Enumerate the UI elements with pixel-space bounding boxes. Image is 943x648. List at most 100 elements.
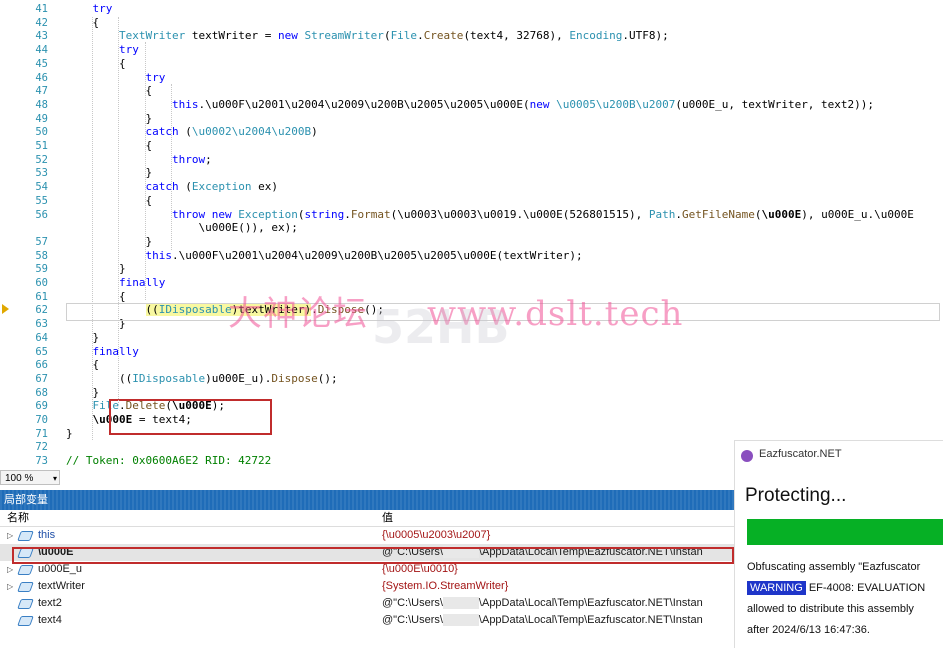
code-line[interactable]: { <box>93 16 100 30</box>
toast-app-name: Eazfuscator.NET <box>759 448 842 460</box>
locals-row[interactable]: text2 @"C:\Users\ \AppData\Local\Temp\Eazf… <box>0 595 735 612</box>
code-line[interactable]: { <box>119 290 126 304</box>
line-number: 47 <box>35 85 48 98</box>
notification-toast[interactable]: Eazfuscator.NET Protecting... Obfuscatin… <box>734 440 943 648</box>
code-line[interactable]: { <box>146 84 153 98</box>
redacted-block <box>442 614 479 627</box>
code-line[interactable]: try <box>146 71 166 85</box>
indent-guide <box>145 42 146 300</box>
locals-rows: ▷ this {\u0005\u2003\u2007} \u000E @"C:\User… <box>0 527 735 629</box>
zoom-selector[interactable]: 100 % ▾ <box>0 470 60 485</box>
line-number: 43 <box>35 30 48 43</box>
line-number: 53 <box>35 167 48 180</box>
line-number: 56 <box>35 208 48 221</box>
variable-icon <box>17 582 34 592</box>
line-number: 59 <box>35 263 48 276</box>
code-line[interactable]: throw new Exception(string.Format(\u0003… <box>172 208 914 222</box>
code-line[interactable]: // Token: 0x0600A6E2 RID: 42722 <box>66 454 271 468</box>
code-line[interactable]: finally <box>93 345 139 359</box>
redacted-block <box>442 597 479 610</box>
code-line[interactable]: } <box>93 331 100 345</box>
toast-line-3: allowed to distribute this assembly <box>747 603 914 615</box>
annotation-box-code <box>109 399 272 435</box>
chevron-down-icon[interactable]: ▾ <box>53 471 57 486</box>
variable-name: textWriter <box>38 580 85 592</box>
line-number: 63 <box>35 318 48 331</box>
code-line[interactable]: this.\u000F\u2001\u2004\u2009\u200B\u200… <box>172 98 874 112</box>
line-number: 64 <box>35 331 48 344</box>
code-line[interactable]: this.\u000F\u2001\u2004\u2009\u200B\u200… <box>146 249 583 263</box>
zoom-value: 100 % <box>5 473 34 484</box>
line-number: 69 <box>35 400 48 413</box>
indent-guide <box>171 84 172 250</box>
warning-text: EF-4008: EVALUATION <box>805 582 926 594</box>
locals-header: 名称 值 <box>0 510 735 527</box>
code-line[interactable]: { <box>119 57 126 71</box>
line-number: 71 <box>35 427 48 440</box>
toast-line-1: Obfuscating assembly "Eazfuscator <box>747 561 921 573</box>
code-line[interactable]: } <box>146 166 153 180</box>
variable-name: this <box>38 529 56 541</box>
locals-window: 局部变量 名称 值 ▷ this {\u0005\u2003\u2007} \u000… <box>0 490 735 647</box>
locals-title-bar: 局部变量 <box>0 490 735 510</box>
line-number: 46 <box>35 71 48 84</box>
code-line[interactable]: } <box>119 262 126 276</box>
code-line[interactable]: try <box>93 2 113 16</box>
line-number: 45 <box>35 57 48 70</box>
warning-badge: WARNING <box>747 581 806 595</box>
code-line[interactable]: throw; <box>172 153 212 167</box>
current-statement-arrow-icon <box>2 304 9 314</box>
variable-icon <box>17 565 34 575</box>
code-line[interactable]: } <box>66 427 73 441</box>
expand-arrow-icon[interactable]: ▷ <box>7 527 13 544</box>
code-line[interactable]: TextWriter textWriter = new StreamWriter… <box>119 29 669 43</box>
line-number: 52 <box>35 153 48 166</box>
variable-name: text4 <box>38 614 62 626</box>
line-number: 50 <box>35 126 48 139</box>
line-number: 48 <box>35 98 48 111</box>
line-number: 58 <box>35 249 48 262</box>
expand-arrow-icon[interactable]: ▷ <box>7 578 13 595</box>
column-header-name[interactable]: 名称 <box>7 510 29 526</box>
annotation-box-locals <box>12 547 734 564</box>
line-number: 51 <box>35 140 48 152</box>
code-line[interactable]: \u000E()), ex); <box>199 221 298 235</box>
locals-row[interactable]: ▷ textWriter {System.IO.StreamWriter} <box>0 578 735 595</box>
code-line[interactable]: { <box>93 358 100 372</box>
variable-value: {System.IO.StreamWriter} <box>382 580 509 592</box>
line-number: 49 <box>35 112 48 125</box>
code-line[interactable]: } <box>146 112 153 126</box>
code-line[interactable]: ((IDisposable)u000E_u).Dispose(); <box>119 372 338 386</box>
toast-title: Protecting... <box>745 485 847 506</box>
locals-row[interactable]: ▷ this {\u0005\u2003\u2007} <box>0 527 735 544</box>
code-line[interactable]: try <box>119 43 139 57</box>
line-number: 72 <box>35 441 48 454</box>
toast-line-4: after 2024/6/13 16:47:36. <box>747 624 870 636</box>
variable-icon <box>17 599 34 609</box>
code-line[interactable]: } <box>146 235 153 249</box>
code-line[interactable]: { <box>146 194 153 208</box>
code-line[interactable]: } <box>93 386 100 400</box>
code-line[interactable]: { <box>146 139 153 153</box>
column-header-value[interactable]: 值 <box>382 510 393 526</box>
line-number: 73 <box>35 455 48 468</box>
code-line[interactable]: finally <box>119 276 165 290</box>
progress-bar <box>747 519 943 545</box>
line-number: 55 <box>35 194 48 207</box>
line-number: 68 <box>35 386 48 399</box>
line-number: 66 <box>35 359 48 372</box>
code-editor[interactable]: 41 42 43 44 45 46 47 48 49 50 51 52 53 54 55 56 57 58 59 60… <box>0 0 943 470</box>
line-number: 61 <box>35 290 48 303</box>
variable-icon <box>17 616 34 626</box>
variable-value: {\u0005\u2003\u2007} <box>382 529 491 541</box>
line-number: 60 <box>35 277 48 289</box>
toast-line-2: WARNING EF-4008: EVALUATION <box>747 578 943 599</box>
line-number: 57 <box>35 235 48 248</box>
variable-value: @"C:\Users\ \AppData\Local\Temp\Eazfuscat… <box>382 614 703 627</box>
variable-icon <box>17 531 34 541</box>
line-number: 54 <box>35 181 48 194</box>
code-line[interactable]: catch (Exception ex) <box>146 180 278 194</box>
indent-guide <box>118 17 119 405</box>
line-number: 67 <box>35 372 48 385</box>
locals-row[interactable]: text4 @"C:\Users\ \AppData\Local\Temp\Eazf… <box>0 612 735 629</box>
